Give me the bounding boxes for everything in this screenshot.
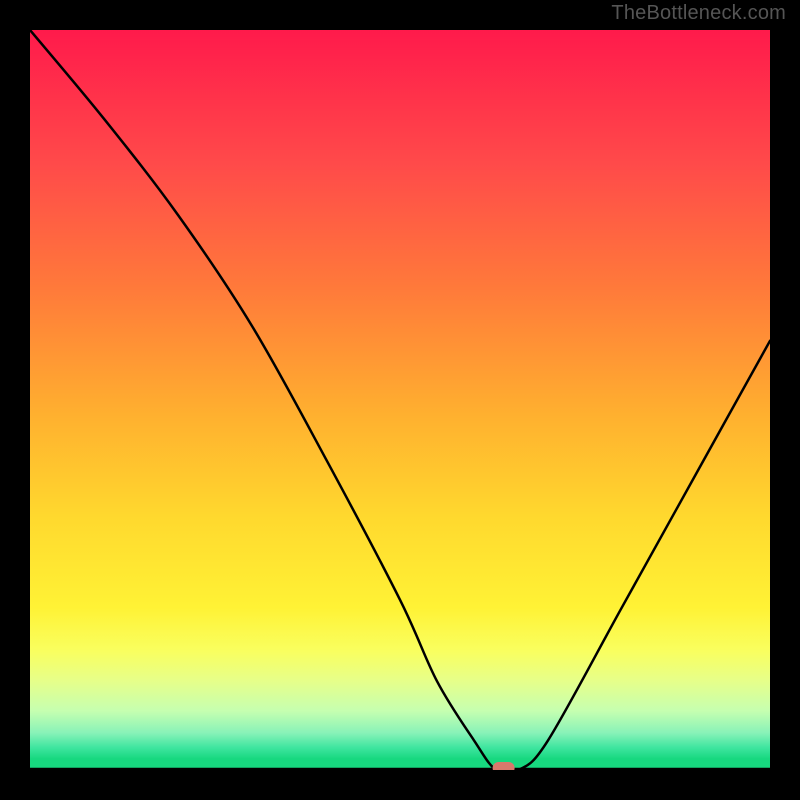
optimal-marker: [493, 762, 515, 770]
bottleneck-curve: [30, 30, 770, 770]
plot-area: [30, 30, 770, 770]
watermark-text: TheBottleneck.com: [611, 2, 786, 25]
curve-layer: [30, 30, 770, 770]
chart-frame: TheBottleneck.com: [0, 0, 800, 800]
